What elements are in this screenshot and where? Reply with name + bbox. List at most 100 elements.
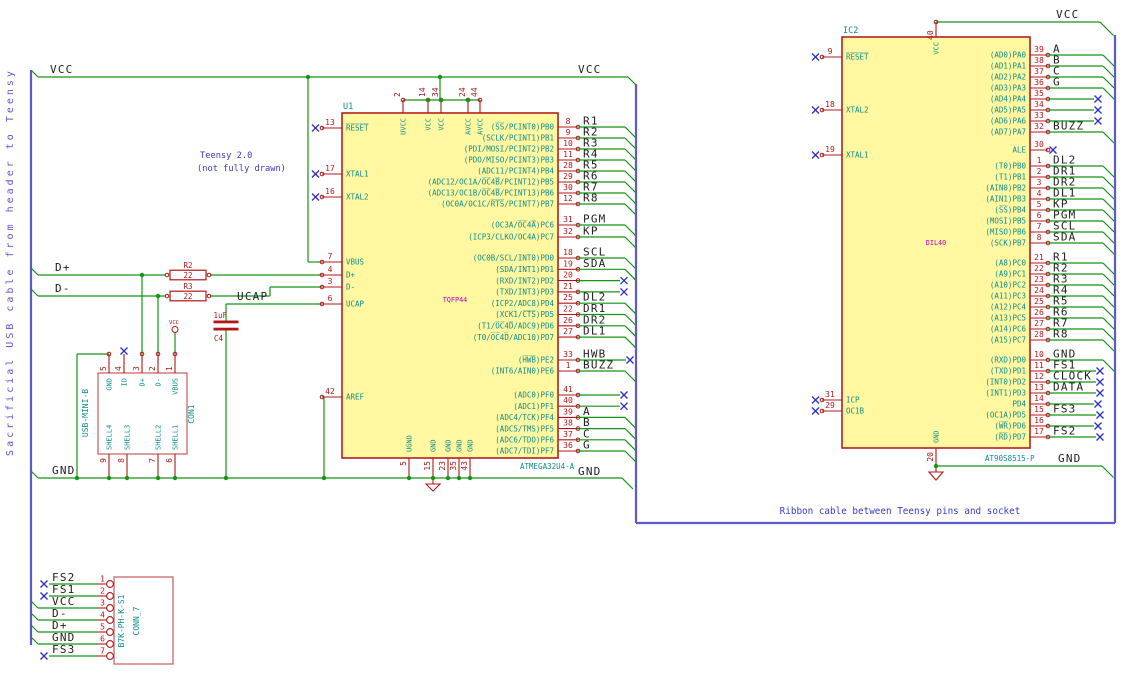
wire[interactable] xyxy=(1102,54,1115,67)
label-vcc-mid[interactable]: VCC xyxy=(578,63,601,76)
label-gnd-right[interactable]: GND xyxy=(1058,452,1081,465)
net-label[interactable]: FS3 xyxy=(52,643,75,656)
label-d-minus[interactable]: D- xyxy=(55,282,71,295)
pin-number: 3 xyxy=(1037,178,1042,187)
conn7-ref[interactable]: CONN_7 xyxy=(132,606,141,635)
ic2-ref[interactable]: IC2 xyxy=(843,26,858,36)
wire[interactable] xyxy=(1102,131,1115,144)
pin-number: 6 xyxy=(328,294,333,303)
net-label[interactable]: DATA xyxy=(1053,381,1084,394)
wire[interactable] xyxy=(1102,176,1115,189)
net-label[interactable]: SDA xyxy=(583,257,606,270)
label-d-plus[interactable]: D+ xyxy=(55,261,71,274)
wire[interactable] xyxy=(1102,165,1115,178)
pin-name: (TXD)PD1 xyxy=(990,367,1026,376)
conn7[interactable]: B7K-PH-K-S1 CONN_71FS22FS13VCC4D-5D+6GND7… xyxy=(30,571,174,665)
pin-number: 4 xyxy=(328,265,333,274)
wire[interactable] xyxy=(1102,262,1115,275)
label-gnd-mid[interactable]: GND xyxy=(578,465,601,478)
pin-name: (ADC6/TDO)PF6 xyxy=(495,436,554,445)
pin-number: 29 xyxy=(825,401,835,410)
pin-number: 3 xyxy=(328,277,333,286)
wire[interactable] xyxy=(621,477,634,490)
pin-name: SHELL2 xyxy=(155,425,163,450)
wire[interactable] xyxy=(627,76,636,85)
wire[interactable] xyxy=(1102,76,1115,89)
wire[interactable] xyxy=(1102,220,1115,233)
wire[interactable] xyxy=(624,192,636,204)
wire[interactable] xyxy=(1102,295,1115,308)
net-label[interactable]: BUZZ xyxy=(1053,120,1084,133)
pin-number: 32 xyxy=(563,227,573,236)
usb-ref[interactable]: CON1 xyxy=(187,404,196,423)
net-label[interactable]: FS3 xyxy=(1053,403,1076,416)
u1-ref[interactable]: U1 xyxy=(343,102,353,112)
net-label[interactable]: FS2 xyxy=(1053,425,1076,438)
wire[interactable] xyxy=(1102,339,1115,352)
usb-connector[interactable]: USB-MINI-B CON1 5 GND 4 ID 3 D+ 2 D- 1 VBUS 9 SHELL4 8… xyxy=(81,347,196,479)
wire[interactable] xyxy=(624,181,636,193)
net-label[interactable]: SDA xyxy=(1053,231,1076,244)
pin-name: (ADC0)PF0 xyxy=(513,391,554,400)
wire[interactable] xyxy=(1102,187,1115,200)
net-label[interactable]: G xyxy=(1053,76,1061,89)
wire[interactable] xyxy=(1102,242,1115,255)
net-label[interactable]: G xyxy=(583,439,591,452)
conn7-pin-7[interactable]: 7 FS3 xyxy=(40,643,114,660)
wire[interactable] xyxy=(624,314,636,326)
pin-number: 15 xyxy=(1034,405,1044,414)
wire[interactable] xyxy=(624,159,636,171)
net-label[interactable]: R8 xyxy=(583,192,599,205)
pin-number: 34 xyxy=(431,87,440,97)
wire[interactable] xyxy=(1102,284,1115,297)
wire[interactable] xyxy=(1102,359,1115,372)
wire[interactable] xyxy=(624,450,636,462)
junction-dot xyxy=(139,272,145,278)
wire[interactable] xyxy=(624,325,636,337)
wire[interactable] xyxy=(624,336,636,349)
resistor-r2[interactable]: R222 xyxy=(164,261,212,281)
ic2-symbol[interactable]: IC2AT90S8515-PDIL409R̅E̅S̅E̅T̅18XTAL219X… xyxy=(811,19,1115,466)
label-vcc-left[interactable]: VCC xyxy=(50,63,73,76)
wire[interactable] xyxy=(624,137,636,149)
wire[interactable] xyxy=(624,148,636,160)
wire[interactable] xyxy=(1102,328,1115,341)
label-vcc-right[interactable]: VCC xyxy=(1056,8,1079,21)
wire[interactable] xyxy=(624,428,636,440)
resistor-r3[interactable]: R322 xyxy=(164,282,212,302)
wire[interactable] xyxy=(624,302,636,315)
wire[interactable] xyxy=(624,416,636,429)
wire[interactable] xyxy=(1102,209,1115,222)
wire[interactable] xyxy=(1102,65,1115,78)
label-gnd-left[interactable]: GND xyxy=(52,464,75,477)
wire[interactable] xyxy=(1102,231,1115,244)
pin-name: XTAL2 xyxy=(846,106,869,115)
net-label[interactable]: R8 xyxy=(1053,328,1069,341)
wire[interactable] xyxy=(624,203,636,215)
wire[interactable] xyxy=(1099,21,1114,36)
wire[interactable] xyxy=(1102,198,1115,211)
wire[interactable] xyxy=(1102,306,1115,319)
wire[interactable] xyxy=(1102,317,1115,330)
wire[interactable] xyxy=(624,224,636,236)
pin-name: (INT0)PD2 xyxy=(985,378,1026,387)
wire[interactable] xyxy=(624,439,636,451)
u1-footprint: TQFP44 xyxy=(443,296,468,304)
u1-symbol[interactable]: U1ATMEGA32U4-ATQFP4413R̅E̅S̅E̅T̅17XTAL11… xyxy=(311,87,636,478)
wire[interactable] xyxy=(624,126,636,138)
wire[interactable] xyxy=(1102,87,1115,100)
wire[interactable] xyxy=(624,257,636,269)
pin-number: 9 xyxy=(566,128,571,137)
wire[interactable] xyxy=(624,370,636,382)
net-label[interactable]: KP xyxy=(583,225,599,238)
conn7-pin-4[interactable]: 4D- xyxy=(30,607,114,624)
net-label[interactable]: BUZZ xyxy=(583,359,614,372)
wire[interactable] xyxy=(1102,273,1115,286)
net-label[interactable]: DL1 xyxy=(583,325,606,338)
pin-name: R̅E̅S̅E̅T̅ xyxy=(846,52,869,61)
wire[interactable] xyxy=(624,170,636,182)
label-ucap[interactable]: UCAP xyxy=(237,290,268,303)
note-ribbon: Ribbon cable between Teensy pins and soc… xyxy=(780,506,1021,517)
wire[interactable] xyxy=(1101,465,1114,478)
wire[interactable] xyxy=(624,236,636,248)
